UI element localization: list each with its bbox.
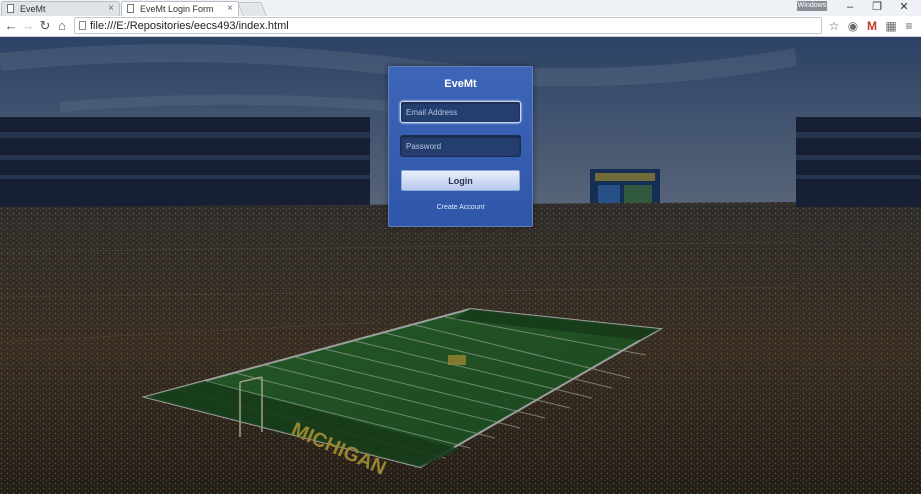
apps-icon[interactable]: ▦: [883, 18, 899, 34]
back-icon[interactable]: ←: [3, 18, 19, 34]
tab-label: EveMt: [20, 4, 46, 14]
page-icon: [79, 21, 86, 30]
restore-button[interactable]: ❐: [866, 0, 888, 15]
login-button[interactable]: Login: [401, 170, 520, 191]
minimize-button[interactable]: –: [839, 0, 861, 15]
browser-toolbar: ← → ↻ ⌂ file:///E:/Repositories/eecs493/…: [0, 16, 921, 37]
browser-tab-bar: EveMt × EveMt Login Form × Windows – ❐ ✕: [0, 0, 921, 17]
tab-label: EveMt Login Form: [140, 4, 214, 14]
gmail-icon[interactable]: M: [864, 18, 880, 34]
page-icon: [7, 4, 14, 13]
reload-icon[interactable]: ↻: [37, 18, 53, 34]
tab-evemt[interactable]: EveMt ×: [1, 1, 120, 16]
page-icon: [127, 4, 134, 13]
address-url[interactable]: file:///E:/Repositories/eecs493/index.ht…: [90, 19, 289, 33]
app-title: EveMt: [444, 78, 477, 90]
stadium-background-repeat: [796, 37, 921, 494]
user-badge[interactable]: Windows: [797, 1, 827, 11]
close-icon[interactable]: ×: [227, 3, 233, 14]
tab-evemt-login-form[interactable]: EveMt Login Form ×: [121, 1, 239, 16]
close-window-button[interactable]: ✕: [893, 0, 915, 15]
extension-icon[interactable]: ◉: [845, 18, 861, 34]
home-icon[interactable]: ⌂: [54, 18, 70, 34]
address-bar[interactable]: file:///E:/Repositories/eecs493/index.ht…: [74, 17, 822, 34]
menu-icon[interactable]: ≡: [901, 18, 917, 34]
login-card: EveMt Login Create Account: [388, 66, 533, 227]
password-field[interactable]: [400, 135, 521, 157]
star-icon[interactable]: ☆: [826, 18, 842, 34]
email-field[interactable]: [400, 101, 521, 123]
new-tab-button[interactable]: [237, 2, 267, 16]
forward-icon[interactable]: →: [20, 18, 36, 34]
create-account-link[interactable]: Create Account: [389, 204, 532, 211]
background-overlay: [796, 37, 921, 494]
page-viewport: MICHIGAN EveMt Email Address Login Creat…: [0, 37, 921, 494]
close-icon[interactable]: ×: [108, 3, 114, 14]
